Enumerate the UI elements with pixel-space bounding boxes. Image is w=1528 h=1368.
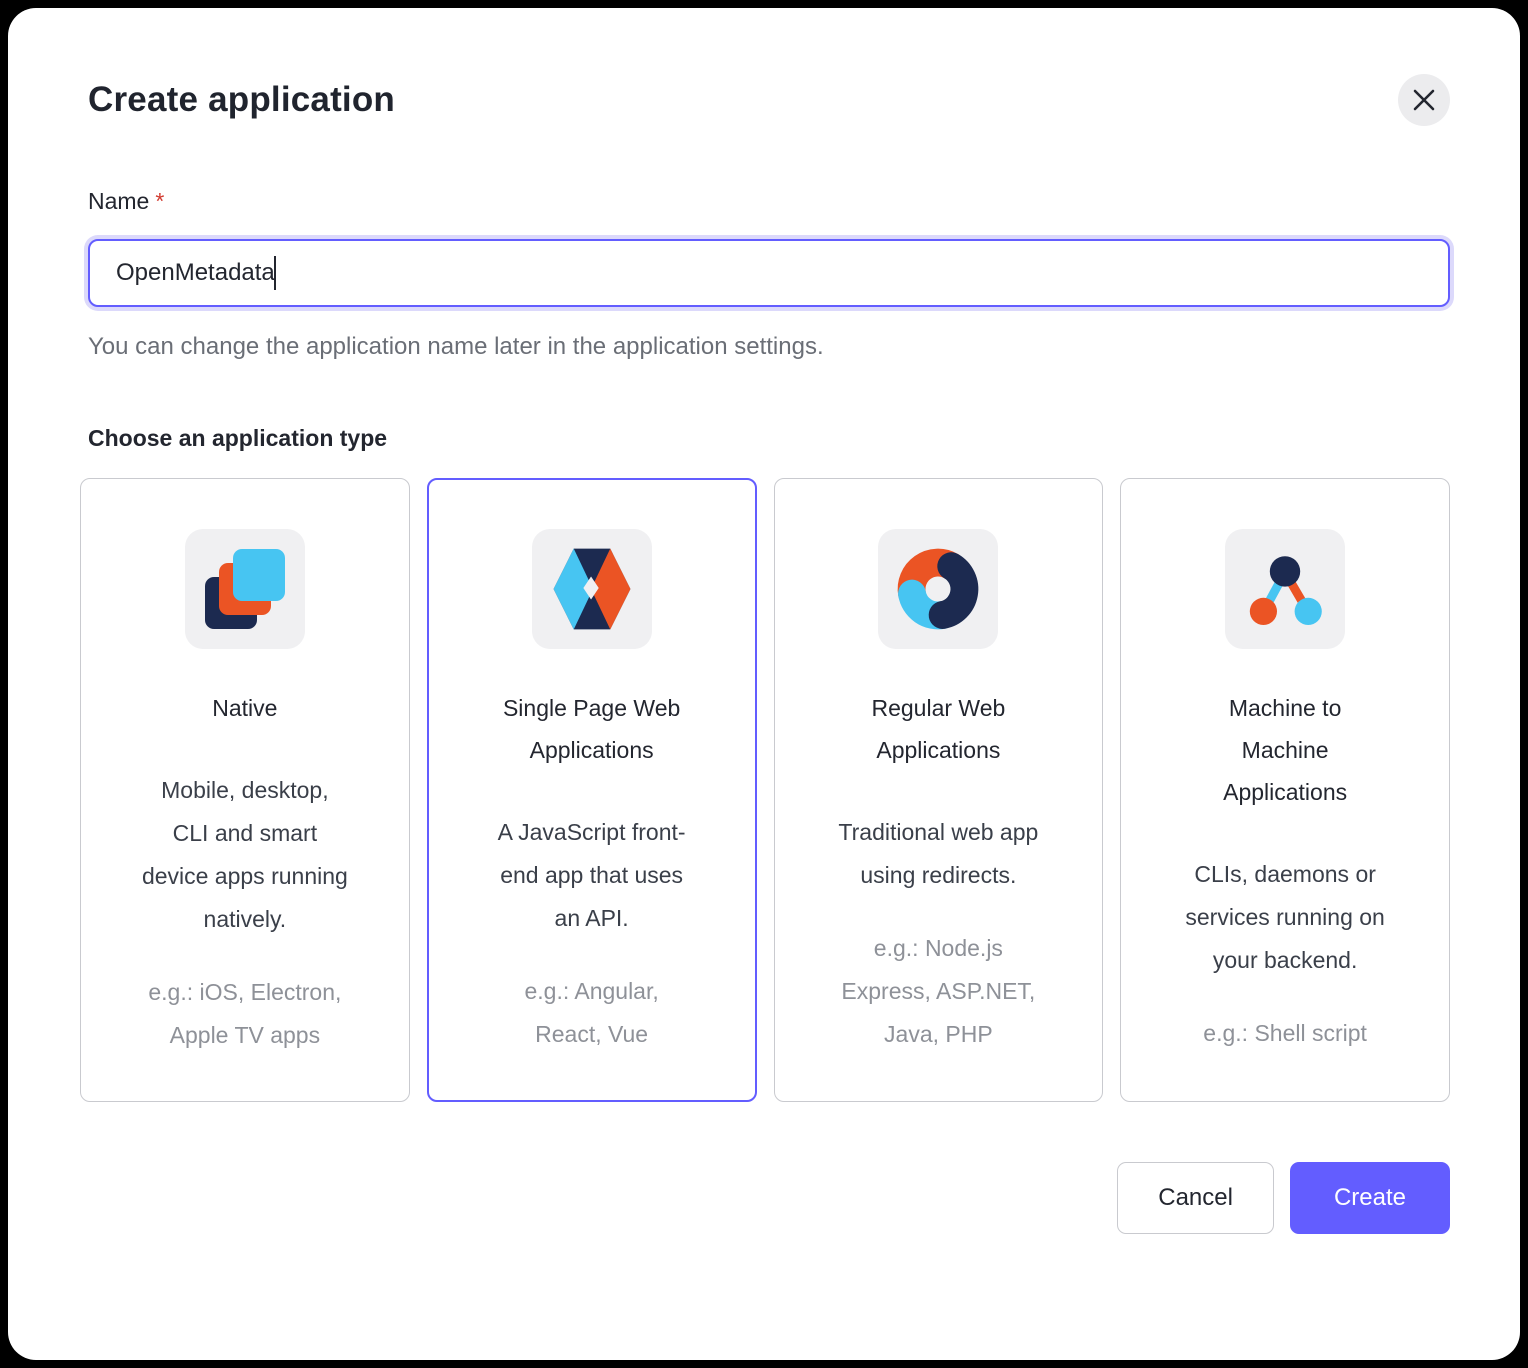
name-field: Name* You can change the application nam… xyxy=(88,188,1450,361)
network-nodes-icon xyxy=(1245,549,1325,629)
modal-header: Create application xyxy=(80,70,1450,126)
swirl-donut-icon xyxy=(890,541,986,637)
regular-web-icon-tile xyxy=(878,529,998,649)
modal-footer: Cancel Create xyxy=(80,1162,1450,1234)
card-title: Machine to Machine Applications xyxy=(1189,687,1381,813)
type-card-m2m[interactable]: Machine to Machine Applications CLIs, da… xyxy=(1120,478,1450,1102)
card-title: Native xyxy=(149,687,341,729)
card-examples: e.g.: iOS, Electron, Apple TV apps xyxy=(142,971,348,1057)
card-examples: e.g.: Shell script xyxy=(1182,1012,1388,1055)
create-application-modal: Create application Name* You can change … xyxy=(8,8,1520,1360)
native-icon-tile xyxy=(185,529,305,649)
close-button[interactable] xyxy=(1398,74,1450,126)
name-label: Name* xyxy=(88,188,1450,215)
choose-type-label: Choose an application type xyxy=(88,425,1450,452)
card-title: Single Page Web Applications xyxy=(496,687,688,771)
diamond-hexagon-icon xyxy=(544,541,640,637)
type-card-spa[interactable]: Single Page Web Applications A JavaScrip… xyxy=(427,478,757,1102)
spa-icon-tile xyxy=(532,529,652,649)
name-helper-text: You can change the application name late… xyxy=(88,333,1450,361)
card-description: A JavaScript front-end app that uses an … xyxy=(489,811,695,940)
type-card-native[interactable]: Native Mobile, desktop, CLI and smart de… xyxy=(80,478,410,1102)
name-input-wrap xyxy=(88,239,1450,307)
card-examples: e.g.: Node.js Express, ASP.NET, Java, PH… xyxy=(835,927,1041,1056)
close-icon xyxy=(1413,89,1435,111)
text-caret xyxy=(274,256,276,290)
name-label-text: Name xyxy=(88,188,149,214)
application-type-cards: Native Mobile, desktop, CLI and smart de… xyxy=(80,478,1450,1102)
cancel-button[interactable]: Cancel xyxy=(1117,1162,1274,1234)
card-description: Mobile, desktop, CLI and smart device ap… xyxy=(142,769,348,941)
create-button[interactable]: Create xyxy=(1290,1162,1450,1234)
type-card-regular-web[interactable]: Regular Web Applications Traditional web… xyxy=(774,478,1104,1102)
card-title: Regular Web Applications xyxy=(842,687,1034,771)
card-description: Traditional web app using redirects. xyxy=(835,811,1041,897)
card-examples: e.g.: Angular, React, Vue xyxy=(489,970,695,1056)
stacked-squares-icon xyxy=(205,549,285,629)
screen-background: Create application Name* You can change … xyxy=(0,0,1528,1368)
card-description: CLIs, daemons or services running on you… xyxy=(1182,853,1388,982)
page-title: Create application xyxy=(88,80,395,120)
m2m-icon-tile xyxy=(1225,529,1345,649)
required-asterisk: * xyxy=(155,188,164,214)
name-input[interactable] xyxy=(90,241,1448,305)
